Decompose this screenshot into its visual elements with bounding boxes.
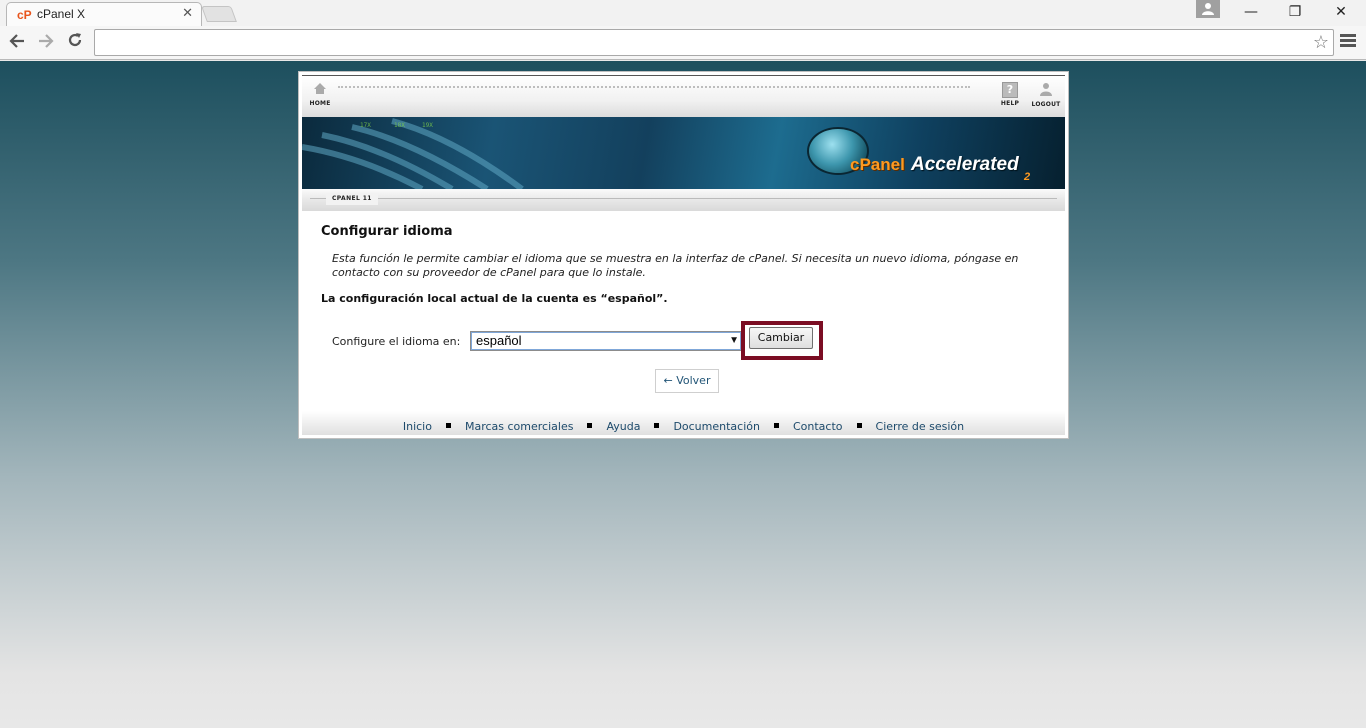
- change-language-button[interactable]: Cambiar: [749, 327, 813, 349]
- user-icon[interactable]: [1196, 0, 1220, 18]
- back-button[interactable]: ← Volver: [655, 369, 719, 393]
- footer-link-documentacion[interactable]: Documentación: [673, 420, 760, 433]
- new-tab-button[interactable]: [201, 6, 237, 22]
- cpanel-top-nav: HOME ? HELP LOGOUT: [302, 75, 1065, 117]
- help-label: HELP: [1000, 100, 1020, 107]
- language-select-label: Configure el idioma en:: [332, 335, 461, 348]
- footer-separator: [856, 423, 862, 428]
- banner-version-mark: 2: [1024, 171, 1031, 183]
- footer-separator: [654, 423, 660, 428]
- footer-separator: [587, 423, 593, 428]
- browser-toolbar: ☆: [0, 26, 1366, 60]
- footer-separator: [773, 423, 779, 428]
- footer-link-ayuda[interactable]: Ayuda: [606, 420, 640, 433]
- back-arrow-icon[interactable]: [5, 31, 29, 55]
- window-close-icon[interactable]: ✕: [1318, 0, 1364, 24]
- star-icon[interactable]: ☆: [1313, 32, 1329, 54]
- svg-text:18X: 18X: [394, 122, 405, 129]
- help-link[interactable]: ? HELP: [992, 82, 1028, 107]
- banner-cables-graphic: 17X 18X 19X: [302, 118, 524, 189]
- footer-link-logout[interactable]: Cierre de sesión: [876, 420, 965, 433]
- footer-link-inicio[interactable]: Inicio: [403, 420, 432, 433]
- current-locale-text: La configuración local actual de la cuen…: [321, 292, 668, 305]
- address-bar[interactable]: ☆: [94, 29, 1334, 56]
- banner-brand: cPanel: [850, 155, 905, 174]
- logout-icon: [1040, 83, 1052, 96]
- help-icon: ?: [1002, 82, 1018, 98]
- version-bar: CPANEL 11: [302, 189, 1065, 211]
- reload-icon[interactable]: [63, 31, 87, 55]
- dropdown-arrow-icon: ▼: [729, 335, 739, 346]
- restore-icon[interactable]: ❐: [1272, 0, 1318, 24]
- cpanel-banner: 17X 18X 19X cPanel Accelerated 2: [302, 117, 1065, 189]
- footer-link-contacto[interactable]: Contacto: [793, 420, 843, 433]
- menu-icon[interactable]: [1340, 34, 1356, 52]
- forward-arrow-icon[interactable]: [34, 31, 58, 55]
- logout-label: LOGOUT: [1031, 101, 1061, 108]
- page-title: Configurar idioma: [321, 224, 453, 239]
- home-icon: [314, 83, 326, 94]
- main-content: Configurar idioma Esta función le permit…: [302, 211, 1065, 411]
- cpanel-frame: HOME ? HELP LOGOUT 17X 18X 19X cPanel Ac…: [298, 71, 1069, 439]
- close-icon[interactable]: ✕: [182, 6, 193, 22]
- version-rule: [310, 198, 1057, 199]
- cpanel-footer: Inicio Marcas comerciales Ayuda Documentaci…: [302, 411, 1065, 435]
- svg-text:17X: 17X: [360, 122, 371, 129]
- logout-link[interactable]: LOGOUT: [1028, 82, 1064, 108]
- cpanel-window: HOME ? HELP LOGOUT 17X 18X 19X cPanel Ac…: [302, 75, 1065, 435]
- page-background: HOME ? HELP LOGOUT 17X 18X 19X cPanel Ac…: [0, 61, 1366, 728]
- browser-tab[interactable]: cP cPanel X ✕: [6, 2, 202, 26]
- tab-title: cPanel X: [37, 7, 86, 21]
- language-select-value: español: [476, 333, 522, 348]
- home-link[interactable]: HOME: [302, 82, 338, 107]
- version-label: CPANEL 11: [326, 193, 378, 205]
- svg-text:19X: 19X: [422, 122, 433, 129]
- language-select[interactable]: español ▼: [470, 331, 742, 351]
- footer-link-marcas[interactable]: Marcas comerciales: [465, 420, 573, 433]
- footer-links: Inicio Marcas comerciales Ayuda Documentaci…: [302, 420, 1065, 433]
- minimize-icon[interactable]: —: [1228, 0, 1274, 24]
- browser-tab-bar: cP cPanel X ✕ — ❐ ✕: [0, 0, 1366, 26]
- home-label: HOME: [309, 100, 331, 107]
- footer-separator: [445, 423, 451, 428]
- cpanel-favicon-icon: cP: [17, 8, 32, 22]
- page-description: Esta función le permite cambiar el idiom…: [332, 252, 1019, 279]
- dotted-divider: [338, 86, 970, 90]
- banner-tagline: Accelerated: [911, 154, 1019, 175]
